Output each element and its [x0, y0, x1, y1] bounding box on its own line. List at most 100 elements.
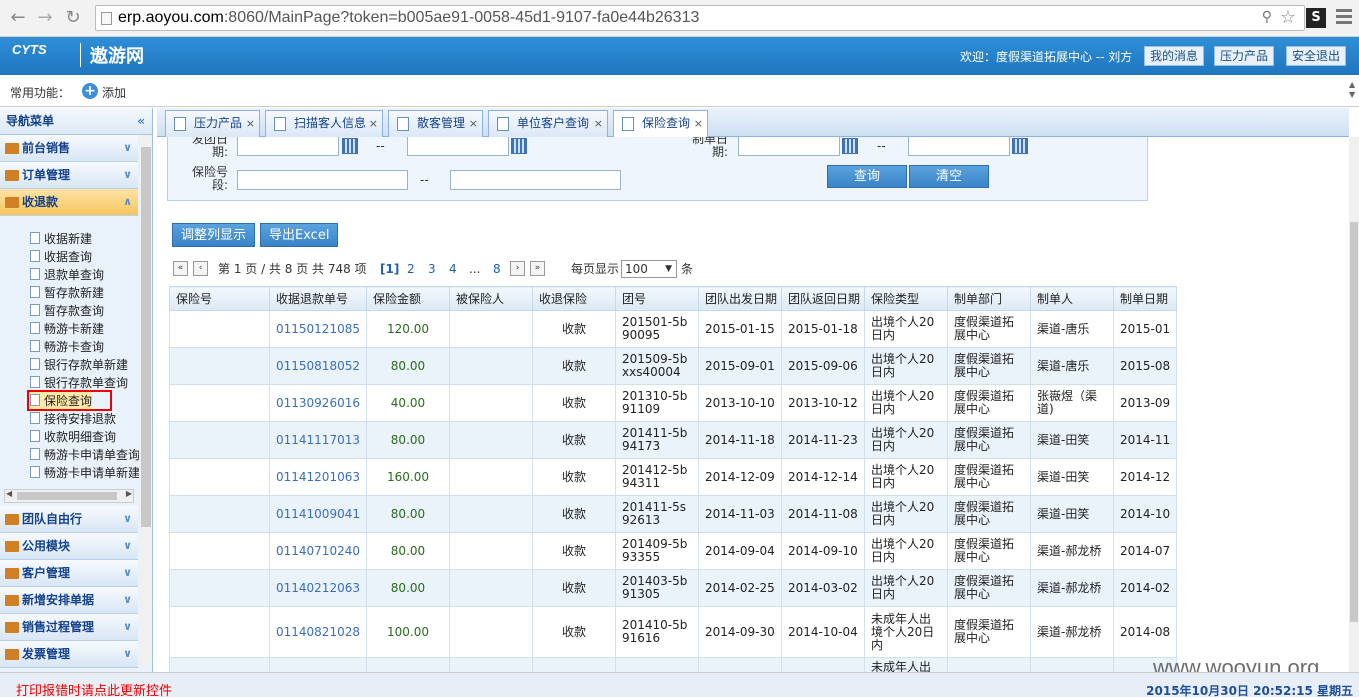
nav-leaf[interactable]: 银行存款单新建: [30, 356, 128, 374]
first-page-icon[interactable]: «: [173, 261, 188, 276]
export-excel-button[interactable]: 导出Excel: [260, 223, 339, 247]
nav-leaf[interactable]: 收款明细查询: [30, 428, 116, 446]
tab-scan-guest[interactable]: 扫描客人信息 ×: [265, 110, 383, 137]
add-icon[interactable]: +: [82, 83, 98, 99]
receipt-link[interactable]: 01140212063: [269, 569, 367, 607]
prev-page-icon[interactable]: ‹: [193, 261, 208, 276]
col-header[interactable]: 团队出发日期: [697, 286, 782, 311]
depart-date-to[interactable]: [407, 137, 509, 156]
tab-insurance-query[interactable]: 保险查询 ×: [613, 110, 708, 138]
sidebar-hscrollbar[interactable]: ◀ ▶: [4, 489, 134, 503]
table-row[interactable]: 01141201063 160.00 收款 201412-5b94311 2014-12…: [169, 458, 1178, 496]
nav-group-sales-process[interactable]: 销售过程管理 ∨: [0, 614, 138, 641]
next-page-icon[interactable]: ›: [510, 261, 525, 276]
receipt-link[interactable]: [269, 657, 367, 672]
col-header[interactable]: 收退保险: [531, 286, 616, 311]
address-bar[interactable]: erp.aoyou.com:8060/MainPage?token=b005ae…: [95, 5, 1305, 31]
close-icon[interactable]: ×: [369, 111, 378, 136]
page-link[interactable]: 2: [407, 260, 415, 278]
table-row[interactable]: 01140212063 80.00 收款 201403-5b91305 2014-02-…: [169, 569, 1178, 607]
col-header[interactable]: 制单部门: [946, 286, 1031, 311]
main-vscrollbar[interactable]: [1349, 137, 1359, 672]
nav-leaf[interactable]: 收据查询: [30, 248, 92, 266]
nav-leaf[interactable]: 畅游卡新建: [30, 320, 104, 338]
col-header[interactable]: 团号: [614, 286, 699, 311]
col-header[interactable]: 团队返回日期: [780, 286, 865, 311]
nav-group-orders[interactable]: 订单管理 ∨: [0, 162, 138, 189]
last-page-icon[interactable]: »: [530, 261, 545, 276]
reload-icon[interactable]: ↻: [63, 8, 83, 28]
nav-leaf[interactable]: 暂存款查询: [30, 302, 104, 320]
pressure-product-button[interactable]: 压力产品: [1214, 46, 1275, 66]
nav-leaf[interactable]: 畅游卡申请单查询: [30, 446, 140, 464]
tab-corporate-query[interactable]: 单位客户查询 ×: [488, 110, 608, 137]
receipt-link[interactable]: 01140710240: [269, 532, 367, 570]
nav-leaf[interactable]: 畅游卡申请单新建: [30, 464, 140, 482]
nav-leaf[interactable]: 收据新建: [30, 230, 92, 248]
close-icon[interactable]: ×: [469, 111, 478, 136]
nav-group-customers[interactable]: 客户管理 ∨: [0, 560, 138, 587]
table-row[interactable]: 01130926016 40.00 收款 201310-5b91109 2013-10-…: [169, 384, 1178, 422]
page-link[interactable]: 4: [449, 260, 457, 278]
col-header[interactable]: 保险号: [169, 286, 270, 311]
receipt-link[interactable]: 01141201063: [269, 458, 367, 496]
nav-leaf[interactable]: 接待安排退款: [30, 410, 116, 428]
table-row[interactable]: 01140710240 80.00 收款 201409-5b93355 2014-09-…: [169, 532, 1178, 570]
query-button[interactable]: 查询: [827, 165, 907, 188]
add-favorite-link[interactable]: 添加: [102, 84, 126, 101]
nav-leaf[interactable]: 退款单查询: [30, 266, 104, 284]
update-control-link[interactable]: 打印报错时请点此更新控件: [16, 680, 172, 699]
col-header[interactable]: 保险类型: [863, 286, 948, 311]
policy-from-input[interactable]: [237, 170, 408, 190]
close-icon[interactable]: ×: [246, 111, 255, 136]
tab-individual-guest[interactable]: 散客管理 ×: [388, 110, 483, 137]
bookmark-star-icon[interactable]: ☆: [1280, 7, 1296, 28]
close-icon[interactable]: ×: [694, 111, 703, 136]
calendar-icon[interactable]: [842, 138, 858, 154]
tab-pressure-product[interactable]: 压力产品 ×: [165, 110, 260, 137]
make-date-from[interactable]: [738, 137, 840, 156]
col-header[interactable]: 被保险人: [448, 286, 533, 311]
logout-button[interactable]: 安全退出: [1286, 46, 1347, 66]
clear-button[interactable]: 清空: [909, 165, 989, 188]
back-icon[interactable]: ←: [8, 8, 28, 28]
calendar-icon[interactable]: [511, 138, 527, 154]
receipt-link[interactable]: 01141009041: [269, 495, 367, 533]
nav-group-front-sales[interactable]: 前台销售 ∨: [0, 135, 138, 162]
table-row[interactable]: 01150818052 80.00 收款 201509-5bxxs40004 2015-…: [169, 347, 1178, 385]
collapse-icon[interactable]: «: [137, 108, 145, 135]
menu-icon[interactable]: [1336, 9, 1352, 25]
nav-group-receipts[interactable]: 收退款 ∧: [0, 189, 138, 216]
table-row[interactable]: 01141009041 80.00 收款 201411-5s92613 2014-11-…: [169, 495, 1178, 533]
extension-icon[interactable]: S: [1306, 8, 1326, 28]
receipt-link[interactable]: 01130926016: [269, 384, 367, 422]
policy-to-input[interactable]: [450, 170, 621, 190]
page-link-last[interactable]: 8: [493, 260, 501, 278]
key-icon[interactable]: ⚲: [1262, 9, 1272, 25]
sidebar-vscrollbar[interactable]: [139, 135, 152, 665]
nav-group-team-free[interactable]: 团队自由行 ∨: [0, 506, 138, 533]
table-row[interactable]: 01150121085 120.00 收款 201501-5b90095 2015-01…: [169, 310, 1178, 348]
calendar-icon[interactable]: [342, 138, 358, 154]
receipt-link[interactable]: 01150818052: [269, 347, 367, 385]
nav-group-new-arrangement[interactable]: 新增安排单据 ∨: [0, 587, 138, 614]
col-header[interactable]: 保险金额: [365, 286, 450, 311]
table-row[interactable]: 未成年人出: [169, 657, 1178, 672]
close-icon[interactable]: ×: [594, 111, 603, 136]
calendar-icon[interactable]: [1012, 138, 1028, 154]
table-row[interactable]: 01140821028 100.00 收款 201410-5b91616 2014-09…: [169, 606, 1178, 658]
receipt-link[interactable]: 01140821028: [269, 606, 367, 658]
col-header[interactable]: 收据退款单号: [269, 286, 367, 311]
depart-date-from[interactable]: [237, 137, 339, 156]
forward-icon[interactable]: →: [35, 8, 55, 28]
my-messages-button[interactable]: 我的消息: [1144, 46, 1205, 66]
nav-leaf[interactable]: 畅游卡查询: [30, 338, 104, 356]
receipt-link[interactable]: 01141117013: [269, 421, 367, 459]
nav-leaf[interactable]: 暂存款新建: [30, 284, 104, 302]
page-scroll-arrows[interactable]: ▲ ▼: [1349, 80, 1359, 110]
adjust-columns-button[interactable]: 调整列显示: [172, 223, 256, 247]
table-row[interactable]: 01141117013 80.00 收款 201411-5b94173 2014-11-…: [169, 421, 1178, 459]
col-header[interactable]: 制单人: [1029, 286, 1114, 311]
make-date-to[interactable]: [908, 137, 1010, 156]
nav-group-common[interactable]: 公用模块 ∨: [0, 533, 138, 560]
